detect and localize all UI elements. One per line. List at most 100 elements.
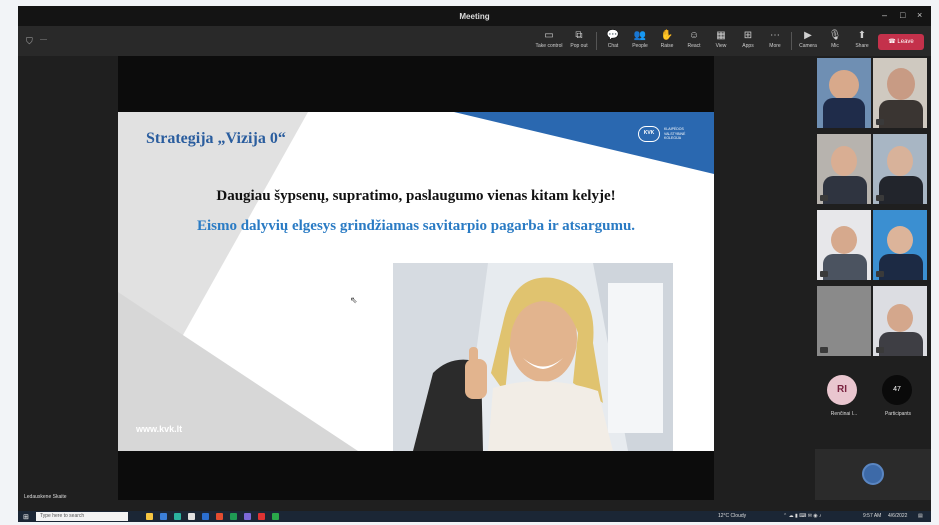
participant-gallery: RI Renčinai I... 47 Participants: [815, 56, 931, 500]
people-button[interactable]: 👥 People: [625, 29, 655, 50]
smile-icon: ☺: [688, 30, 700, 41]
system-tray-icons[interactable]: ⌃ ☁ ▮ ⌨ ✉ ◉ ♪: [783, 513, 822, 519]
slide-subline: Eismo dalyvių elgesys grindžiamas savita…: [196, 218, 636, 234]
meeting-window: Meeting – □ × ⛉ — ▭ Take control ⧉ Pop out…: [18, 6, 931, 522]
explorer-icon[interactable]: [146, 513, 153, 520]
camera-icon: ▶: [804, 30, 812, 41]
close-button[interactable]: ×: [917, 10, 922, 20]
toolbar-divider: [791, 32, 792, 50]
participant-body: [823, 254, 867, 280]
camera-button[interactable]: ▶ Camera: [793, 29, 823, 50]
react-button[interactable]: ☺ React: [679, 29, 709, 50]
participant-body: [879, 100, 923, 128]
mic-icon: 🎙: [828, 30, 842, 41]
pointer-cursor-icon: ⇖: [350, 295, 358, 305]
mic-button[interactable]: 🎙 Mic: [820, 29, 850, 50]
pop-out-button[interactable]: ⧉ Pop out: [564, 29, 594, 50]
view-button[interactable]: ▦ View: [706, 29, 736, 50]
mic-off-icon: [876, 195, 884, 201]
edge-icon[interactable]: [174, 513, 181, 520]
toolbar-divider: [596, 32, 597, 50]
participant-avatar[interactable]: RI: [827, 375, 857, 405]
take-control-button[interactable]: ▭ Take control: [534, 29, 564, 50]
mic-off-icon: [876, 271, 884, 277]
participant-face: [887, 226, 913, 254]
app-icon[interactable]: [244, 513, 251, 520]
self-view-tile[interactable]: [815, 449, 931, 500]
apps-icon: ⊞: [743, 30, 753, 41]
window-title: Meeting: [459, 12, 490, 21]
notification-icon[interactable]: ▤: [918, 513, 923, 519]
participant-face: [887, 146, 913, 176]
more-button[interactable]: ⋯ More: [760, 29, 790, 50]
chrome-icon[interactable]: [216, 513, 223, 520]
mic-off-icon: [876, 119, 884, 125]
participant-name: Renčinai I...: [830, 411, 858, 417]
teams-icon[interactable]: [160, 513, 167, 520]
participant-body: [823, 98, 865, 128]
maximize-button[interactable]: □: [900, 10, 905, 20]
grid-icon: ▦: [716, 30, 726, 41]
raise-hand-button[interactable]: ✋ Raise: [652, 29, 682, 50]
participant-face: [831, 226, 857, 254]
clock-date[interactable]: 4/6/2022: [888, 513, 907, 519]
slide-headline: Daugiau šypsenų, supratimo, paslaugumo v…: [216, 188, 616, 204]
participant-face: [887, 68, 915, 100]
participant-body: [879, 176, 923, 204]
logo-text: KLAIPĖDOS VALSTYBINĖ KOLEGIJA: [664, 127, 686, 140]
share-icon: ⬆: [857, 30, 867, 41]
slide-title: Strategija „Vizija 0“: [146, 130, 286, 147]
minimize-button[interactable]: –: [882, 10, 887, 20]
self-avatar: [862, 463, 884, 485]
presentation-slide: Strategija „Vizija 0“ KVK KLAIPĖDOS VALS…: [118, 112, 714, 451]
mic-off-icon: [876, 347, 884, 353]
participant-face: [887, 304, 913, 332]
participant-video-tile[interactable]: [873, 58, 927, 128]
people-icon: 👥: [633, 30, 647, 41]
windows-start-icon[interactable]: ⊞: [23, 513, 29, 521]
participant-face: [829, 70, 859, 100]
taskbar-search-input[interactable]: Type here to search: [36, 512, 128, 521]
participant-body: [879, 254, 923, 280]
slide-website: www.kvk.lt: [136, 424, 183, 434]
more-icon: ⋯: [770, 30, 780, 41]
participant-video-tile[interactable]: [817, 210, 871, 280]
chat-button[interactable]: 💬 Chat: [598, 29, 628, 50]
slide-blue-band: [454, 112, 714, 174]
apps-button[interactable]: ⊞ Apps: [733, 29, 763, 50]
participants-count-button[interactable]: 47: [882, 375, 912, 405]
participant-video-tile[interactable]: [873, 210, 927, 280]
leave-button[interactable]: ☎ Leave: [878, 34, 924, 50]
weather-tray[interactable]: 12°C Cloudy: [718, 513, 746, 519]
participant-video-tile[interactable]: [817, 58, 871, 128]
participant-video-tile[interactable]: [873, 286, 927, 356]
title-bar: Meeting – □ ×: [18, 6, 931, 26]
driver-photo: [393, 263, 673, 451]
mic-off-icon: [820, 195, 828, 201]
hand-icon: ✋: [660, 30, 674, 41]
app-icon[interactable]: [272, 513, 279, 520]
participant-face: [831, 146, 857, 176]
mic-off-icon: [820, 271, 828, 277]
shared-screen-stage: Strategija „Vizija 0“ KVK KLAIPĖDOS VALS…: [118, 56, 714, 500]
clock-time[interactable]: 9:57 AM: [863, 513, 881, 519]
participant-body: [879, 332, 923, 356]
take-control-icon: ▭: [544, 30, 554, 41]
participant-video-tile[interactable]: [817, 286, 871, 356]
store-icon[interactable]: [188, 513, 195, 520]
pop-out-icon: ⧉: [575, 30, 583, 41]
word-icon[interactable]: [202, 513, 209, 520]
windows-taskbar: ⊞ Type here to search 12°C Cloudy ⌃ ☁ ▮ …: [18, 511, 931, 522]
logo-mark: KVK: [638, 126, 660, 142]
meeting-timer: —: [40, 36, 47, 43]
participant-video-tile[interactable]: [873, 134, 927, 204]
mic-off-icon: [820, 347, 828, 353]
presenter-name-label: Ledauskene Skaite: [24, 494, 67, 500]
participant-video-tile[interactable]: [817, 134, 871, 204]
excel-icon[interactable]: [230, 513, 237, 520]
participant-body: [823, 176, 867, 204]
share-button[interactable]: ⬆ Share: [847, 29, 877, 50]
chat-icon: 💬: [606, 30, 620, 41]
shield-icon: ⛉: [26, 36, 33, 46]
pdf-icon[interactable]: [258, 513, 265, 520]
